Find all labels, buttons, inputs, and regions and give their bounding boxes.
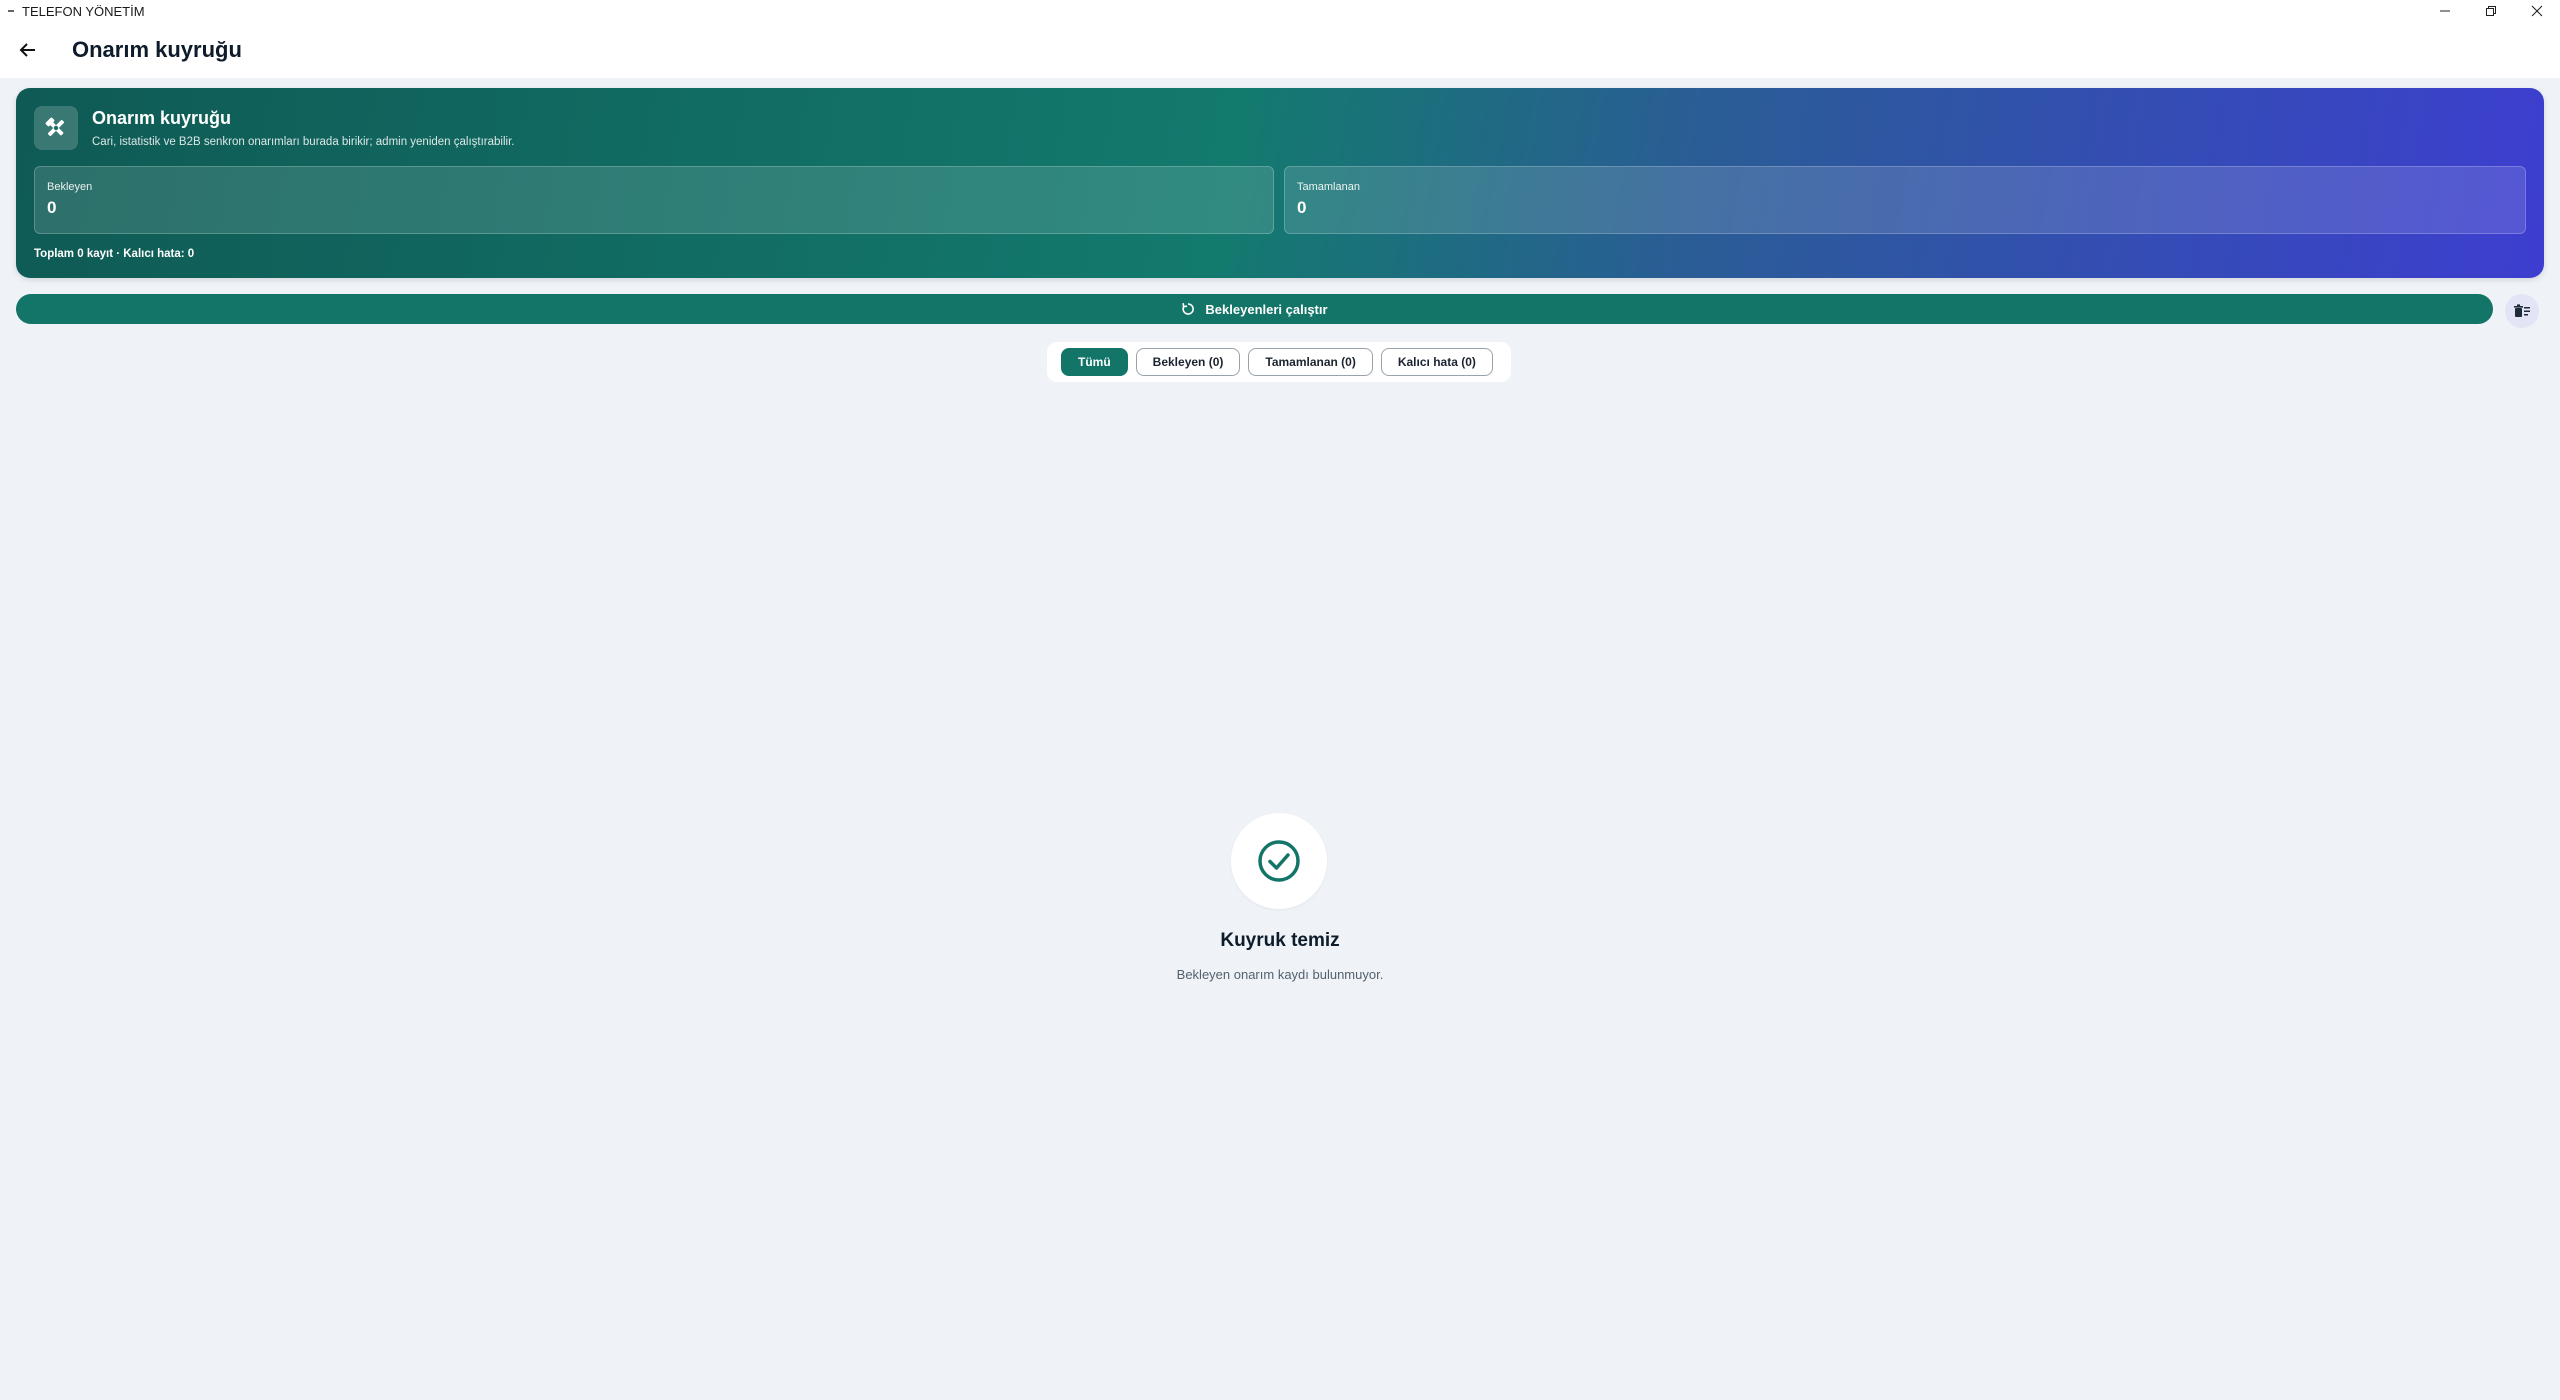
stat-pending-label: Bekleyen [47,181,93,193]
clear-list-icon [2514,304,2530,317]
stat-completed-value: 0 [1297,198,1307,217]
clear-queue-button[interactable] [2505,294,2539,328]
filter-chip-permanent-error[interactable]: Kalıcı hata (0) [1380,348,1493,376]
summary-subtitle: Cari, istatistik ve B2B senkron onarımla… [92,136,515,148]
summary-footer: Toplam 0 kayıt · Kalıcı hata: 0 [34,248,195,260]
window-controls [2422,0,2560,22]
filter-bar: Tümü Bekleyen (0) Tamamlanan (0) Kalıcı … [1047,342,1511,382]
tools-icon [34,106,78,150]
stat-pending: Bekleyen 0 [34,166,1274,234]
stat-pending-value: 0 [47,198,57,217]
filter-chip-all[interactable]: Tümü [1061,348,1128,376]
filter-chip-pending[interactable]: Bekleyen (0) [1135,348,1241,376]
arrow-left-icon [19,43,35,57]
restore-button[interactable] [2468,0,2514,22]
stat-completed-label: Tamamlanan [1297,181,1360,193]
summary-card: Onarım kuyruğu Cari, istatistik ve B2B s… [16,88,2544,278]
empty-state-subtitle: Bekleyen onarım kaydı bulunmuyor. [1176,967,1384,982]
stat-completed: Tamamlanan 0 [1284,166,2526,234]
page-title: Onarım kuyruğu [72,37,242,62]
summary-title: Onarım kuyruğu [92,108,232,128]
restore-icon [2486,6,2496,16]
run-pending-button[interactable]: Bekleyenleri çalıştır [16,294,2493,324]
check-circle-icon [1258,840,1300,882]
back-button[interactable] [8,30,48,70]
run-pending-label: Bekleyenleri çalıştır [1205,301,1328,317]
close-button[interactable] [2514,0,2560,22]
filter-chip-completed[interactable]: Tamamlanan (0) [1248,348,1373,376]
empty-state-badge [1231,813,1327,909]
minimize-icon [2440,10,2450,12]
empty-state-title: Kuyruk temiz [1220,930,1340,951]
window-title: TELEFON YÖNETİM [22,3,145,19]
window-titlebar: TELEFON YÖNETİM [0,0,2560,22]
refresh-icon [1181,301,1197,317]
minimize-button[interactable] [2422,0,2468,22]
app-icon [6,6,16,16]
close-icon [2531,5,2543,17]
app-bar: Onarım kuyruğu [0,22,2560,78]
